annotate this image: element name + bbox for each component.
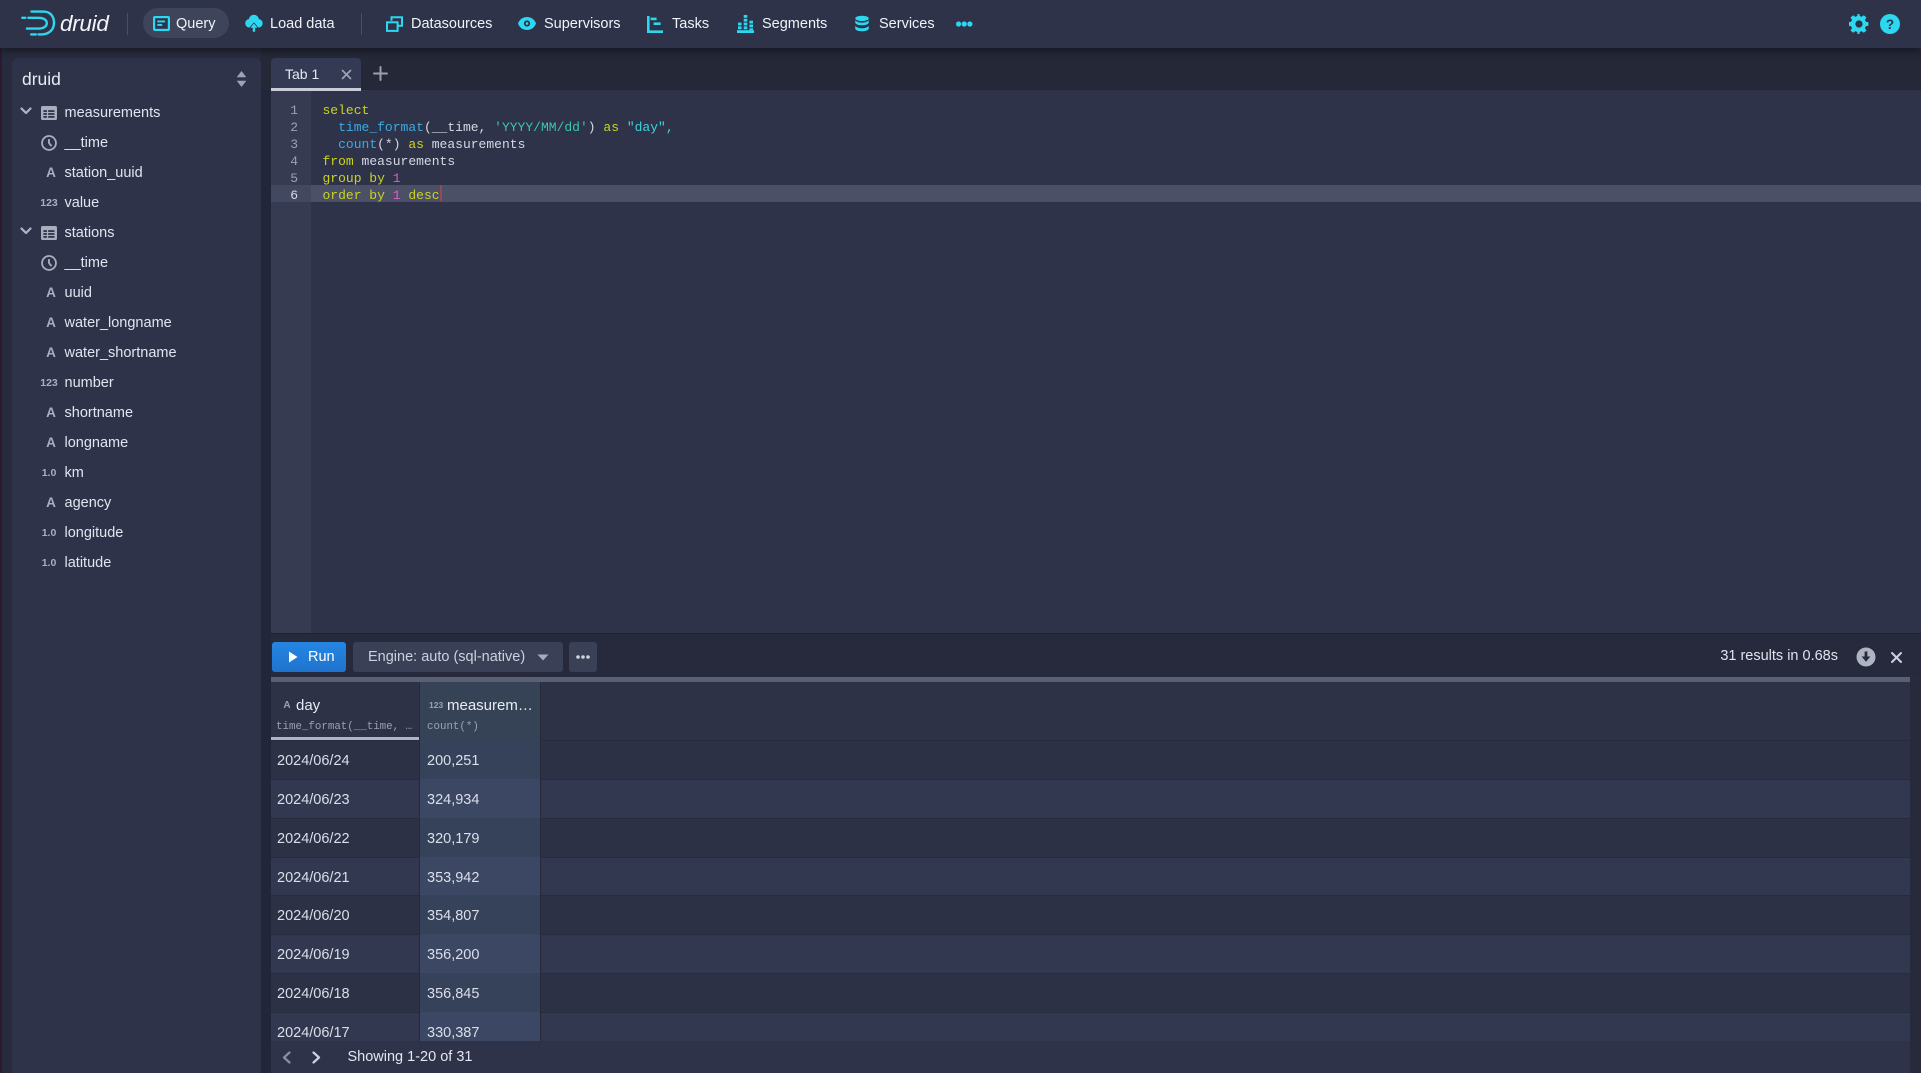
svg-text:?: ? [1886, 17, 1894, 32]
